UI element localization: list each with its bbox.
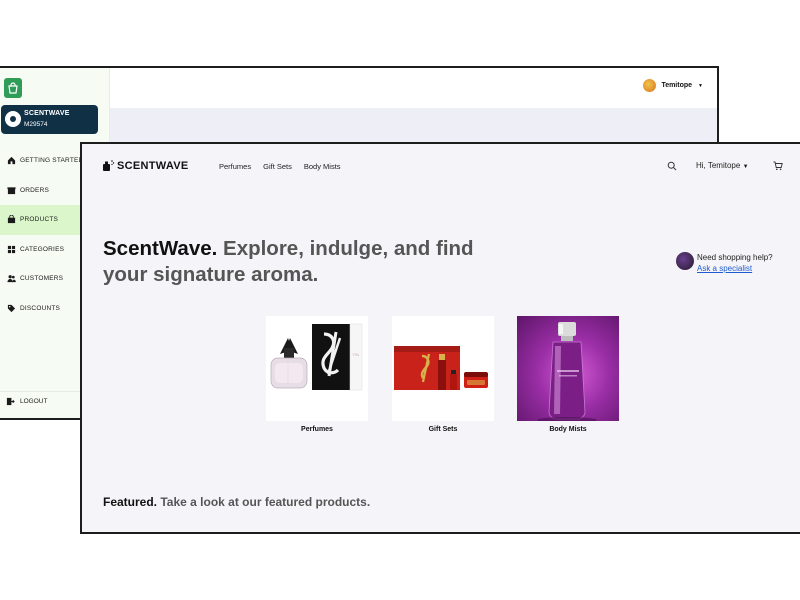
- search-icon[interactable]: [667, 161, 677, 171]
- menu-link-gift-sets[interactable]: Gift Sets: [263, 162, 292, 171]
- logout-label: LOGOUT: [20, 398, 48, 405]
- brand-logo[interactable]: SCENTWAVE: [102, 159, 189, 172]
- featured-title: Featured.: [103, 495, 158, 509]
- specialist-avatar: [676, 252, 694, 270]
- shopping-help: Need shopping help? Ask a specialist: [676, 252, 773, 274]
- admin-topbar: Temitope ▼: [110, 68, 717, 108]
- perfume-bottle-icon: [103, 160, 115, 171]
- store-avatar: [5, 111, 21, 127]
- category-label: Perfumes: [301, 426, 333, 433]
- hero-brand-word: ScentWave.: [103, 237, 218, 260]
- nav-item-label: GETTING STARTED: [20, 157, 84, 165]
- shopping-bag-icon: [6, 215, 16, 225]
- caret-down-icon: ▼: [698, 82, 703, 89]
- category-card-perfumes[interactable]: YSL Perfumes: [266, 316, 368, 433]
- store-switcher[interactable]: SCENTWAVE M29574: [1, 105, 98, 134]
- nav-item-label: DISCOUNTS: [20, 304, 61, 312]
- body-mist-product-image: [517, 316, 619, 421]
- hero-headline: ScentWave. Explore, indulge, and find yo…: [103, 236, 523, 288]
- perfume-product-image: YSL: [266, 316, 368, 421]
- nav-item-label: PRODUCTS: [20, 216, 59, 224]
- nav-item-label: CATEGORIES: [20, 245, 65, 253]
- ask-specialist-link[interactable]: Ask a specialist: [697, 264, 752, 273]
- category-card-body-mists[interactable]: Body Mists: [517, 316, 619, 433]
- avatar: [643, 79, 657, 92]
- brand-name: SCENTWAVE: [117, 159, 189, 172]
- menu-link-body-mists[interactable]: Body Mists: [304, 162, 341, 171]
- cart-icon[interactable]: [773, 161, 783, 171]
- grid-icon: [6, 244, 16, 254]
- greeting-text: Hi, Temitope: [696, 161, 741, 170]
- featured-subtitle: Take a look at our featured products.: [160, 495, 371, 509]
- help-prompt: Need shopping help?: [697, 253, 773, 262]
- store-id: M29574: [24, 121, 48, 128]
- category-card-gift-sets[interactable]: Gift Sets: [392, 316, 494, 433]
- gift-set-product-image: [392, 316, 494, 421]
- shopping-bag-logo-icon[interactable]: [4, 78, 22, 98]
- svg-text:YSL: YSL: [352, 352, 360, 357]
- account-menu[interactable]: Hi, Temitope ▼: [696, 161, 749, 170]
- category-label: Gift Sets: [428, 426, 458, 433]
- screen: SCENTWAVE M29574 GETTING STARTED ORDERS …: [0, 0, 800, 600]
- admin-user-menu[interactable]: Temitope ▼: [643, 79, 703, 92]
- menu-link-perfumes[interactable]: Perfumes: [219, 162, 251, 171]
- store-header: SCENTWAVE Perfumes Gift Sets Body Mists …: [82, 144, 800, 190]
- store-name: SCENTWAVE: [24, 110, 70, 117]
- home-icon: [6, 156, 16, 166]
- main-menu: Perfumes Gift Sets Body Mists: [219, 162, 341, 171]
- logout-icon: [6, 397, 16, 407]
- admin-user-name: Temitope: [661, 82, 693, 89]
- tag-icon: [6, 303, 16, 313]
- caret-down-icon: ▼: [742, 164, 749, 170]
- users-icon: [6, 274, 16, 284]
- storefront-window: SCENTWAVE Perfumes Gift Sets Body Mists …: [80, 142, 800, 534]
- nav-item-label: CUSTOMERS: [20, 275, 64, 283]
- nav-item-label: ORDERS: [20, 186, 50, 194]
- featured-heading: Featured. Take a look at our featured pr…: [103, 495, 370, 509]
- box-icon: [6, 185, 16, 195]
- category-label: Body Mists: [549, 426, 587, 433]
